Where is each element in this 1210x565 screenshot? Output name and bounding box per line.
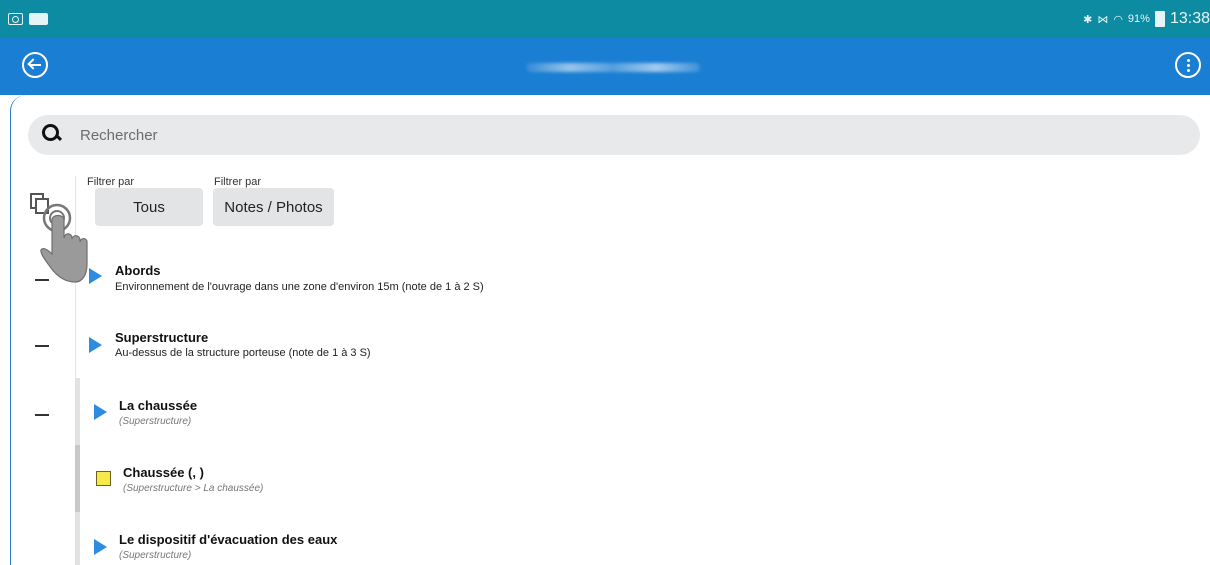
list-item-title[interactable]: Abords (115, 263, 161, 278)
back-button[interactable] (22, 52, 48, 78)
note-status-square (96, 471, 111, 486)
child-indent-bar (75, 512, 80, 565)
back-arrow-icon (29, 64, 41, 66)
p-notification-icon (8, 13, 23, 25)
list-item-subtitle: Environnement de l'ouvrage dans une zone… (115, 281, 484, 293)
collapse-icon[interactable] (35, 345, 49, 347)
list-item-title[interactable]: Le dispositif d'évacuation des eaux (119, 532, 337, 547)
filter-label: Filtrer par (87, 176, 135, 188)
mute-icon: ⋈ (1097, 13, 1109, 26)
status-bar: ✱ ⋈ ◠ 91% 13:38 (0, 0, 1210, 38)
filter-notes-photos-button[interactable]: Notes / Photos (213, 188, 334, 226)
expand-arrow-icon[interactable] (89, 268, 102, 284)
gallery-notification-icon (29, 13, 48, 25)
list-item-title[interactable]: Chaussée (, ) (123, 465, 204, 480)
more-vertical-icon (1186, 58, 1190, 72)
wifi-icon: ◠ (1113, 13, 1123, 26)
list-item-path: (Superstructure) (119, 550, 192, 561)
status-left-icons (8, 13, 48, 25)
blurred-title (526, 63, 700, 72)
collapse-icon[interactable] (35, 414, 49, 416)
child-indent-bar (75, 378, 80, 445)
status-time: 13:38 (1169, 10, 1210, 27)
list-item-subtitle: Au-dessus de la structure porteuse (note… (115, 347, 371, 359)
bluetooth-icon: ✱ (1083, 13, 1093, 26)
more-options-button[interactable] (1175, 52, 1201, 78)
search-icon (42, 124, 62, 144)
list-item-title[interactable]: La chaussée (119, 398, 197, 413)
app-bar (0, 38, 1210, 95)
list-item-path: (Superstructure > La chaussée) (123, 483, 264, 494)
status-right: ✱ ⋈ ◠ 91% 13:38 (1083, 10, 1210, 28)
filter-label: Filtrer par (214, 176, 262, 188)
search-input[interactable]: Rechercher (28, 115, 1200, 155)
expand-arrow-icon[interactable] (94, 404, 107, 420)
filter-all-button[interactable]: Tous (95, 188, 203, 226)
expand-arrow-icon[interactable] (94, 539, 107, 555)
search-placeholder: Rechercher (80, 127, 158, 144)
list-item-path: (Superstructure) (119, 416, 192, 427)
child-indent-bar (75, 445, 80, 512)
expand-arrow-icon[interactable] (89, 337, 102, 353)
touch-hand-icon (40, 203, 88, 283)
list-item-title[interactable]: Superstructure (115, 330, 208, 345)
battery-percent: 91% (1127, 13, 1150, 25)
battery-icon (1154, 11, 1165, 27)
